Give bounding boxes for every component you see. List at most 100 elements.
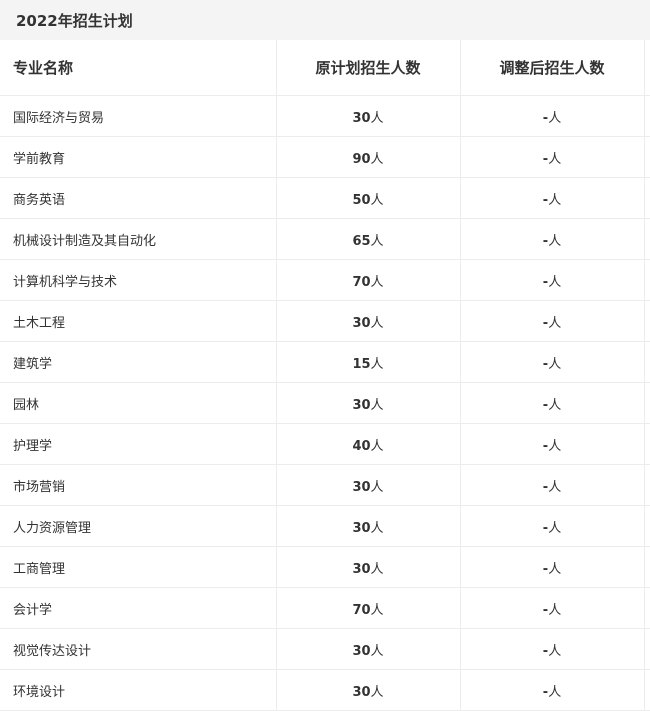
page-title: 2022年招生计划: [16, 11, 133, 30]
column-header-original: 原计划招生人数: [276, 40, 461, 96]
original-count-unit: 人: [370, 151, 384, 167]
row-spacer: [644, 669, 650, 711]
adjusted-count-cell: -人: [460, 628, 645, 670]
table-row: 学前教育 90人 -人: [0, 136, 650, 178]
column-header-major: 专业名称: [0, 40, 277, 96]
adjusted-count-unit: 人: [548, 233, 562, 249]
adjusted-count-unit: 人: [548, 684, 562, 700]
major-name-cell: 视觉传达设计: [0, 628, 277, 670]
original-count-cell: 30人: [276, 546, 461, 588]
original-count-unit: 人: [370, 561, 384, 577]
adjusted-count-unit: 人: [548, 315, 562, 331]
adjusted-count-unit: 人: [548, 602, 562, 618]
adjusted-count-cell: -人: [460, 464, 645, 506]
adjusted-count-cell: -人: [460, 259, 645, 301]
row-spacer: [644, 95, 650, 137]
major-name-cell: 机械设计制造及其自动化: [0, 218, 277, 260]
adjusted-count-cell: -人: [460, 382, 645, 424]
table-row: 视觉传达设计 30人 -人: [0, 628, 650, 670]
adjusted-count-cell: -人: [460, 505, 645, 547]
original-count-unit: 人: [370, 192, 384, 208]
adjusted-count-cell: -人: [460, 300, 645, 342]
row-spacer: [644, 628, 650, 670]
adjusted-count-cell: -人: [460, 95, 645, 137]
original-count-unit: 人: [370, 520, 384, 536]
table-row: 机械设计制造及其自动化 65人 -人: [0, 218, 650, 260]
row-spacer: [644, 177, 650, 219]
row-spacer: [644, 300, 650, 342]
adjusted-count-cell: -人: [460, 136, 645, 178]
original-count-number: 30: [352, 561, 371, 577]
original-count-number: 30: [352, 520, 371, 536]
adjusted-count-cell: -人: [460, 341, 645, 383]
table-row: 园林 30 人 -人: [0, 382, 650, 424]
row-spacer: [644, 136, 650, 178]
original-count-unit: 人: [370, 233, 384, 249]
original-count-unit: 人: [370, 438, 384, 454]
row-spacer: [644, 505, 650, 547]
table-row: 国际经济与贸易 30人 -人: [0, 95, 650, 137]
adjusted-count-unit: 人: [548, 397, 562, 413]
original-count-unit: 人: [370, 315, 384, 331]
table-row: 土木工程 30人 -人: [0, 300, 650, 342]
original-count-cell: 70人: [276, 259, 461, 301]
original-count-unit: 人: [370, 110, 384, 126]
original-count-cell: 50人: [276, 177, 461, 219]
adjusted-count-unit: 人: [548, 561, 562, 577]
table-row: 市场营销 30人 -人: [0, 464, 650, 506]
major-name-cell: 环境设计: [0, 669, 277, 711]
row-spacer: [644, 218, 650, 260]
table-row: 人力资源管理 30人 -人: [0, 505, 650, 547]
major-name-cell: 学前教育: [0, 136, 277, 178]
table-row: 护理学 40人 -人: [0, 423, 650, 465]
original-count-cell: 30人: [276, 505, 461, 547]
adjusted-count-unit: 人: [548, 479, 562, 495]
original-count-number: 30: [352, 397, 371, 413]
major-name-cell: 人力资源管理: [0, 505, 277, 547]
adjusted-count-unit: 人: [548, 192, 562, 208]
row-spacer: [644, 587, 650, 629]
table-row: 环境设计 30人 -人: [0, 669, 650, 711]
original-count-cell: 70人: [276, 587, 461, 629]
original-count-unit: 人: [370, 684, 384, 700]
table-header-row: 专业名称 原计划招生人数 调整后招生人数: [0, 40, 650, 96]
original-count-unit: 人: [370, 356, 384, 372]
original-count-unit: 人: [370, 602, 384, 618]
row-spacer: [644, 259, 650, 301]
column-header-spacer: [644, 40, 650, 96]
row-spacer: [644, 382, 650, 424]
major-name-cell: 园林: [0, 382, 277, 424]
original-count-number: 30: [352, 110, 371, 126]
adjusted-count-unit: 人: [548, 438, 562, 454]
adjusted-count-cell: -人: [460, 423, 645, 465]
major-name-cell: 工商管理: [0, 546, 277, 588]
table-row: 会计学 70人 -人: [0, 587, 650, 629]
original-count-number: 30: [352, 684, 371, 700]
major-name-cell: 土木工程: [0, 300, 277, 342]
row-spacer: [644, 546, 650, 588]
original-count-number: 90: [352, 151, 371, 167]
adjusted-count-unit: 人: [548, 520, 562, 536]
major-name-cell: 建筑学: [0, 341, 277, 383]
table-row: 商务英语 50人 -人: [0, 177, 650, 219]
major-name-cell: 商务英语: [0, 177, 277, 219]
adjusted-count-unit: 人: [548, 110, 562, 126]
adjusted-count-cell: -人: [460, 546, 645, 588]
original-count-unit: 人: [370, 274, 384, 290]
original-count-number: 30: [352, 479, 371, 495]
original-count-number: 30: [352, 315, 371, 331]
adjusted-count-cell: -人: [460, 218, 645, 260]
original-count-unit: 人: [370, 643, 384, 659]
row-spacer: [644, 423, 650, 465]
major-name-cell: 计算机科学与技术: [0, 259, 277, 301]
table-row: 计算机科学与技术 70人 -人: [0, 259, 650, 301]
original-count-number: 40: [352, 438, 371, 454]
original-count-cell: 90人: [276, 136, 461, 178]
original-count-cell: 30人: [276, 464, 461, 506]
row-spacer: [644, 341, 650, 383]
adjusted-count-unit: 人: [548, 274, 562, 290]
major-name-cell: 会计学: [0, 587, 277, 629]
adjusted-count-cell: -人: [460, 669, 645, 711]
original-count-cell: 40人: [276, 423, 461, 465]
row-spacer: [644, 464, 650, 506]
